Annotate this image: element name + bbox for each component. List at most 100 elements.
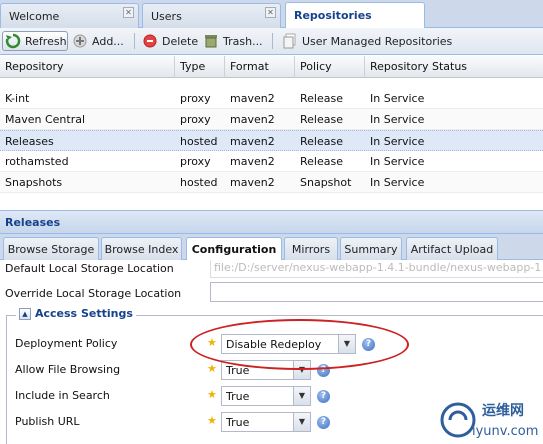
repositories-grid: Repository Type Format Policy Repository… — [0, 56, 543, 206]
tab-artifact-upload-label: Artifact Upload — [410, 243, 494, 256]
add-icon — [73, 34, 87, 48]
column-header-status[interactable]: Repository Status — [365, 56, 543, 78]
cell-status: In Service — [370, 92, 425, 105]
publish-url-select[interactable]: True ▼ — [221, 412, 311, 432]
refresh-icon — [5, 33, 21, 49]
delete-button[interactable]: Delete — [142, 31, 198, 51]
repositories-toolbar: Refresh Add... Delete Trash... User Mana… — [0, 28, 543, 55]
tab-summary[interactable]: Summary — [340, 237, 402, 260]
grid-header: Repository Type Format Policy Repository… — [0, 56, 543, 78]
cell-policy: Release — [300, 113, 343, 126]
cell-type: proxy — [180, 155, 211, 168]
tab-mirrors-label: Mirrors — [291, 243, 331, 256]
delete-icon — [143, 34, 157, 48]
cell-status: In Service — [370, 113, 425, 126]
include-in-search-select[interactable]: True ▼ — [221, 386, 311, 406]
help-icon[interactable]: ? — [317, 390, 330, 403]
cell-policy: Release — [300, 155, 343, 168]
column-header-repository[interactable]: Repository — [0, 56, 175, 78]
tab-browse-storage-label: Browse Storage — [7, 243, 95, 256]
detail-panel-title: Releases — [0, 210, 543, 234]
allow-file-browsing-label: Allow File Browsing — [15, 363, 121, 376]
tab-users-label: Users — [151, 10, 182, 23]
publish-url-value: True — [226, 416, 250, 429]
column-header-format[interactable]: Format — [225, 56, 295, 78]
override-storage-input[interactable] — [210, 282, 543, 302]
required-star-icon: ★ — [207, 362, 217, 375]
detail-tab-bar: Browse Storage Browse Index Configuratio… — [0, 234, 543, 261]
delete-label: Delete — [162, 34, 199, 48]
top-tab-bar: Welcome ✕ Users ✕ Repositories — [0, 0, 543, 28]
override-storage-label: Override Local Storage Location — [5, 287, 182, 300]
user-managed-repositories-button[interactable]: User Managed Repositories — [282, 31, 452, 51]
watermark-text-top: 运维网 — [482, 403, 524, 419]
cell-type: hosted — [180, 176, 218, 189]
tab-welcome[interactable]: Welcome ✕ — [0, 3, 139, 28]
tab-repositories[interactable]: Repositories — [285, 2, 425, 28]
highlight-ellipse — [190, 319, 409, 370]
collapse-toggle-icon[interactable]: ▲ — [19, 307, 31, 320]
trash-button[interactable]: Trash... — [203, 31, 263, 51]
watermark-text-bottom: iyunv.com — [472, 424, 539, 439]
tab-browse-storage[interactable]: Browse Storage — [3, 237, 99, 260]
close-icon[interactable]: ✕ — [123, 7, 134, 18]
tab-configuration[interactable]: Configuration — [186, 237, 282, 261]
table-row[interactable]: Snapshots hosted maven2 Snapshot In Serv… — [0, 172, 543, 193]
table-row[interactable] — [0, 193, 543, 206]
tab-repositories-label: Repositories — [294, 9, 372, 22]
chevron-down-icon[interactable]: ▼ — [293, 387, 310, 405]
cell-policy: Release — [300, 92, 343, 105]
required-star-icon: ★ — [207, 388, 217, 401]
add-button[interactable]: Add... — [72, 31, 124, 51]
cell-format: maven2 — [230, 135, 275, 148]
table-row-selected[interactable]: Releases hosted maven2 Release In Servic… — [0, 130, 543, 151]
cell-type: proxy — [180, 113, 211, 126]
detail-panel-title-text: Releases — [5, 216, 61, 229]
cell-repository: Maven Central — [5, 113, 86, 126]
publish-url-label: Publish URL — [15, 415, 80, 428]
tab-summary-label: Summary — [344, 243, 398, 256]
refresh-label: Refresh — [25, 34, 67, 48]
access-settings-legend: ▲ Access Settings — [16, 307, 136, 320]
cell-repository: Releases — [5, 135, 54, 148]
tab-mirrors[interactable]: Mirrors — [284, 237, 338, 260]
table-row[interactable]: Maven Central proxy maven2 Release In Se… — [0, 109, 543, 130]
cell-status: In Service — [370, 135, 425, 148]
tab-artifact-upload[interactable]: Artifact Upload — [406, 237, 498, 260]
cell-policy: Snapshot — [300, 176, 352, 189]
cell-status: In Service — [370, 176, 425, 189]
column-header-policy[interactable]: Policy — [295, 56, 365, 78]
add-label: Add... — [92, 34, 124, 48]
tab-configuration-label: Configuration — [191, 243, 277, 256]
tab-welcome-label: Welcome — [9, 10, 60, 23]
refresh-button[interactable]: Refresh — [2, 31, 68, 51]
cell-format: maven2 — [230, 155, 275, 168]
cell-type: proxy — [180, 92, 211, 105]
tab-browse-index[interactable]: Browse Index — [101, 237, 182, 260]
toolbar-separator — [134, 33, 135, 49]
table-row[interactable]: K-int proxy maven2 Release In Service — [0, 88, 543, 109]
trash-icon — [205, 35, 217, 48]
cell-format: maven2 — [230, 176, 275, 189]
cell-format: maven2 — [230, 113, 275, 126]
column-header-type[interactable]: Type — [175, 56, 225, 78]
toolbar-separator — [272, 33, 273, 49]
chevron-down-icon[interactable]: ▼ — [293, 413, 310, 431]
cell-type: hosted — [180, 135, 218, 148]
tab-browse-index-label: Browse Index — [104, 243, 179, 256]
document-icon — [283, 33, 296, 49]
deployment-policy-label: Deployment Policy — [15, 337, 118, 350]
include-in-search-value: True — [226, 390, 250, 403]
close-icon[interactable]: ✕ — [265, 7, 276, 18]
table-row[interactable]: rothamsted proxy maven2 Release In Servi… — [0, 151, 543, 172]
cell-policy: Release — [300, 135, 343, 148]
cell-status: In Service — [370, 155, 425, 168]
trash-label: Trash... — [223, 34, 263, 48]
default-storage-label: Default Local Storage Location — [5, 262, 174, 275]
required-star-icon: ★ — [207, 414, 217, 427]
user-managed-label: User Managed Repositories — [302, 34, 453, 48]
include-in-search-label: Include in Search — [15, 389, 110, 402]
help-icon[interactable]: ? — [317, 416, 330, 429]
cell-format: maven2 — [230, 92, 275, 105]
tab-users[interactable]: Users ✕ — [142, 3, 281, 28]
